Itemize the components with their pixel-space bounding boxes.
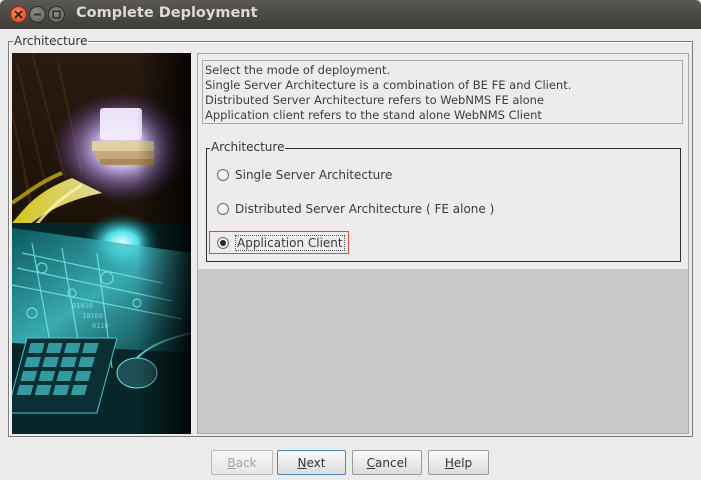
help-label-rest: elp — [453, 455, 473, 470]
radio-single-server[interactable]: Single Server Architecture — [217, 168, 392, 182]
radio-label: Single Server Architecture — [235, 168, 393, 182]
next-label-rest: ext — [306, 455, 326, 470]
radio-button[interactable] — [217, 169, 229, 181]
back-label-rest: ack — [235, 455, 257, 470]
cancel-label-rest: ancel — [375, 455, 408, 470]
help-button[interactable]: Help — [428, 450, 489, 475]
close-icon — [14, 10, 23, 19]
back-button[interactable]: Back — [211, 450, 273, 475]
description-line: Single Server Architecture is a combinat… — [205, 78, 572, 92]
radio-button-selected[interactable] — [217, 237, 229, 249]
description-line: Application client refers to the stand a… — [205, 108, 542, 122]
radio-label: Distributed Server Architecture ( FE alo… — [235, 202, 495, 216]
title-bar: Complete Deployment — [0, 0, 701, 29]
description-line: Select the mode of deployment. — [205, 63, 391, 77]
architecture-group-legend: Architecture — [13, 34, 89, 48]
maximize-icon — [52, 10, 61, 19]
radio-button[interactable] — [217, 203, 229, 215]
minimize-window-button[interactable] — [29, 6, 46, 23]
cancel-mnemonic: C — [366, 455, 376, 470]
radio-label: Application Client — [235, 235, 345, 251]
architecture-options-legend: Architecture — [210, 140, 286, 154]
minimize-icon — [34, 13, 41, 16]
illustration-image: 01010101000110 — [12, 53, 191, 434]
description-line: Distributed Server Architecture refers t… — [205, 93, 545, 107]
deployment-illustration: 01010101000110 — [12, 53, 191, 434]
cancel-button[interactable]: Cancel — [352, 450, 422, 475]
radio-distributed-server[interactable]: Distributed Server Architecture ( FE alo… — [217, 202, 494, 216]
deployment-description: Select the mode of deployment. Single Se… — [202, 60, 683, 124]
radio-application-client[interactable]: Application Client — [217, 235, 345, 251]
window-title: Complete Deployment — [76, 5, 258, 21]
next-button[interactable]: Next — [277, 450, 346, 475]
close-window-button[interactable] — [10, 6, 27, 23]
maximize-window-button[interactable] — [48, 6, 65, 23]
help-mnemonic: H — [444, 455, 454, 470]
back-mnemonic: B — [227, 455, 236, 470]
next-mnemonic: N — [297, 455, 307, 470]
